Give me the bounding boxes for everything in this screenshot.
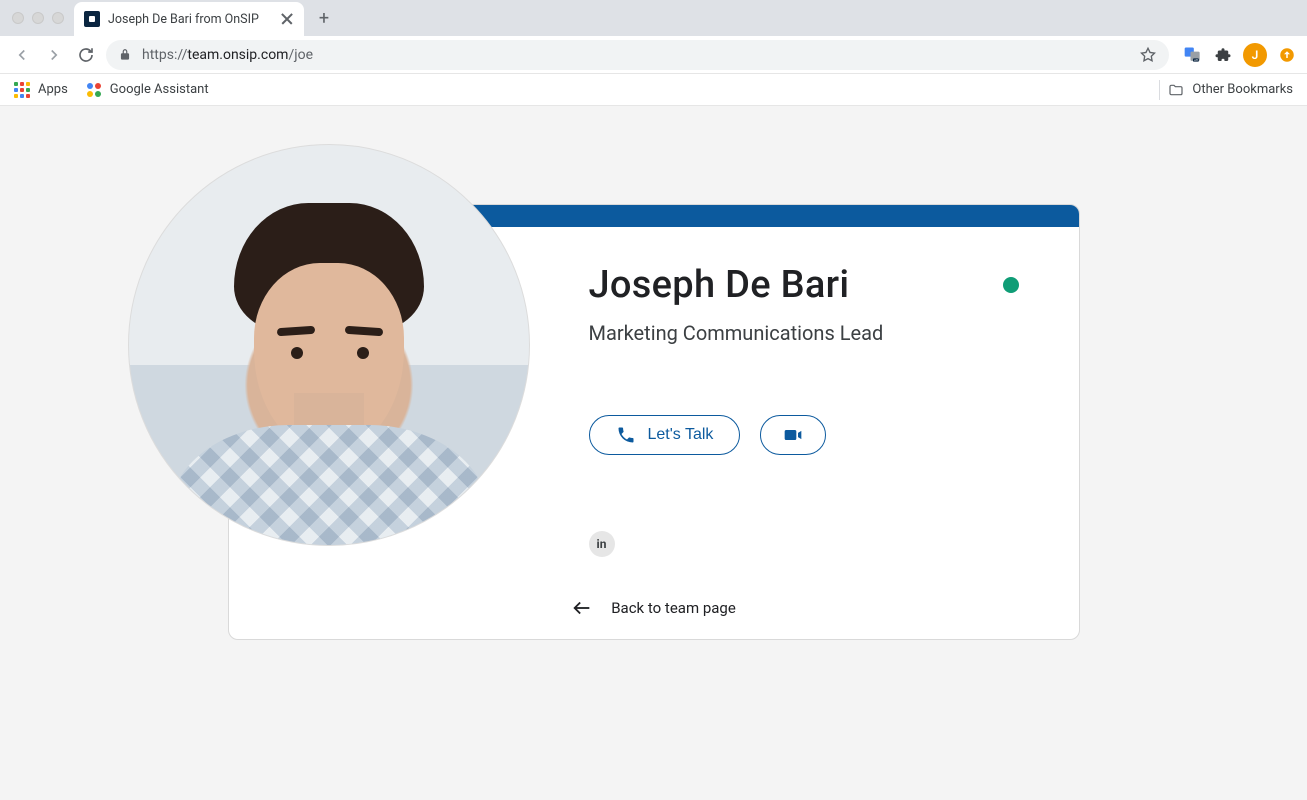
apps-bookmark[interactable]: Apps — [14, 82, 68, 98]
bookmarks-bar: Apps Google Assistant Other Bookmarks — [0, 74, 1307, 106]
linkedin-icon: in — [597, 537, 607, 551]
assistant-icon — [86, 82, 102, 98]
url-text: https://team.onsip.com/joe — [142, 47, 313, 63]
favicon-icon — [84, 11, 100, 27]
tab-strip: Joseph De Bari from OnSIP + — [0, 0, 1307, 36]
google-assistant-bookmark[interactable]: Google Assistant — [86, 82, 209, 98]
browser-tab[interactable]: Joseph De Bari from OnSIP — [74, 2, 304, 36]
lock-icon — [118, 48, 132, 62]
traffic-minimize[interactable] — [32, 12, 44, 24]
profile-avatar[interactable]: J — [1243, 43, 1267, 67]
browser-chrome: Joseph De Bari from OnSIP + https://team… — [0, 0, 1307, 106]
lets-talk-button[interactable]: Let's Talk — [589, 415, 741, 455]
reload-button[interactable] — [74, 43, 98, 67]
extensions-puzzle-icon[interactable] — [1213, 45, 1233, 65]
page-content: Joseph De Bari Marketing Communications … — [0, 106, 1307, 800]
presence-status-dot — [1003, 277, 1019, 293]
translate-ext-icon[interactable]: off — [1183, 45, 1203, 65]
url-path: /joe — [288, 47, 313, 63]
apps-label: Apps — [38, 82, 68, 97]
assistant-label: Google Assistant — [110, 82, 209, 97]
folder-icon — [1168, 82, 1184, 98]
address-bar[interactable]: https://team.onsip.com/joe — [106, 40, 1169, 70]
tab-close-icon[interactable] — [280, 12, 294, 26]
action-buttons: Let's Talk — [589, 415, 1019, 455]
url-host: team.onsip.com — [187, 47, 288, 63]
forward-button[interactable] — [42, 43, 66, 67]
update-ext-icon[interactable] — [1277, 45, 1297, 65]
traffic-maximize[interactable] — [52, 12, 64, 24]
back-button[interactable] — [10, 43, 34, 67]
bookmarks-divider — [1159, 80, 1160, 100]
traffic-close[interactable] — [12, 12, 24, 24]
toolbar: https://team.onsip.com/joe off J — [0, 36, 1307, 74]
url-scheme: https:// — [142, 47, 187, 63]
arrow-left-icon — [571, 597, 593, 619]
tab-title: Joseph De Bari from OnSIP — [108, 12, 272, 27]
extension-icons: off J — [1177, 43, 1297, 67]
bookmark-star-icon[interactable] — [1139, 46, 1157, 64]
linkedin-link[interactable]: in — [589, 531, 615, 557]
phone-icon — [616, 425, 636, 445]
other-bookmarks[interactable]: Other Bookmarks — [1168, 82, 1293, 98]
name-row: Joseph De Bari — [589, 263, 1019, 307]
svg-text:off: off — [1194, 58, 1197, 62]
video-call-button[interactable] — [760, 415, 826, 455]
profile-card-wrap: Joseph De Bari Marketing Communications … — [228, 204, 1080, 640]
traffic-lights — [8, 12, 74, 24]
apps-grid-icon — [14, 82, 30, 98]
back-to-team-link[interactable]: Back to team page — [229, 597, 1079, 619]
profile-role: Marketing Communications Lead — [589, 321, 1019, 345]
other-bookmarks-label: Other Bookmarks — [1192, 82, 1293, 97]
back-label: Back to team page — [611, 599, 736, 617]
profile-photo — [128, 144, 530, 546]
lets-talk-label: Let's Talk — [648, 426, 714, 444]
profile-name: Joseph De Bari — [589, 263, 850, 307]
social-links: in — [589, 531, 1019, 557]
video-icon — [783, 425, 803, 445]
new-tab-button[interactable]: + — [310, 4, 338, 32]
profile-initial: J — [1252, 48, 1259, 62]
